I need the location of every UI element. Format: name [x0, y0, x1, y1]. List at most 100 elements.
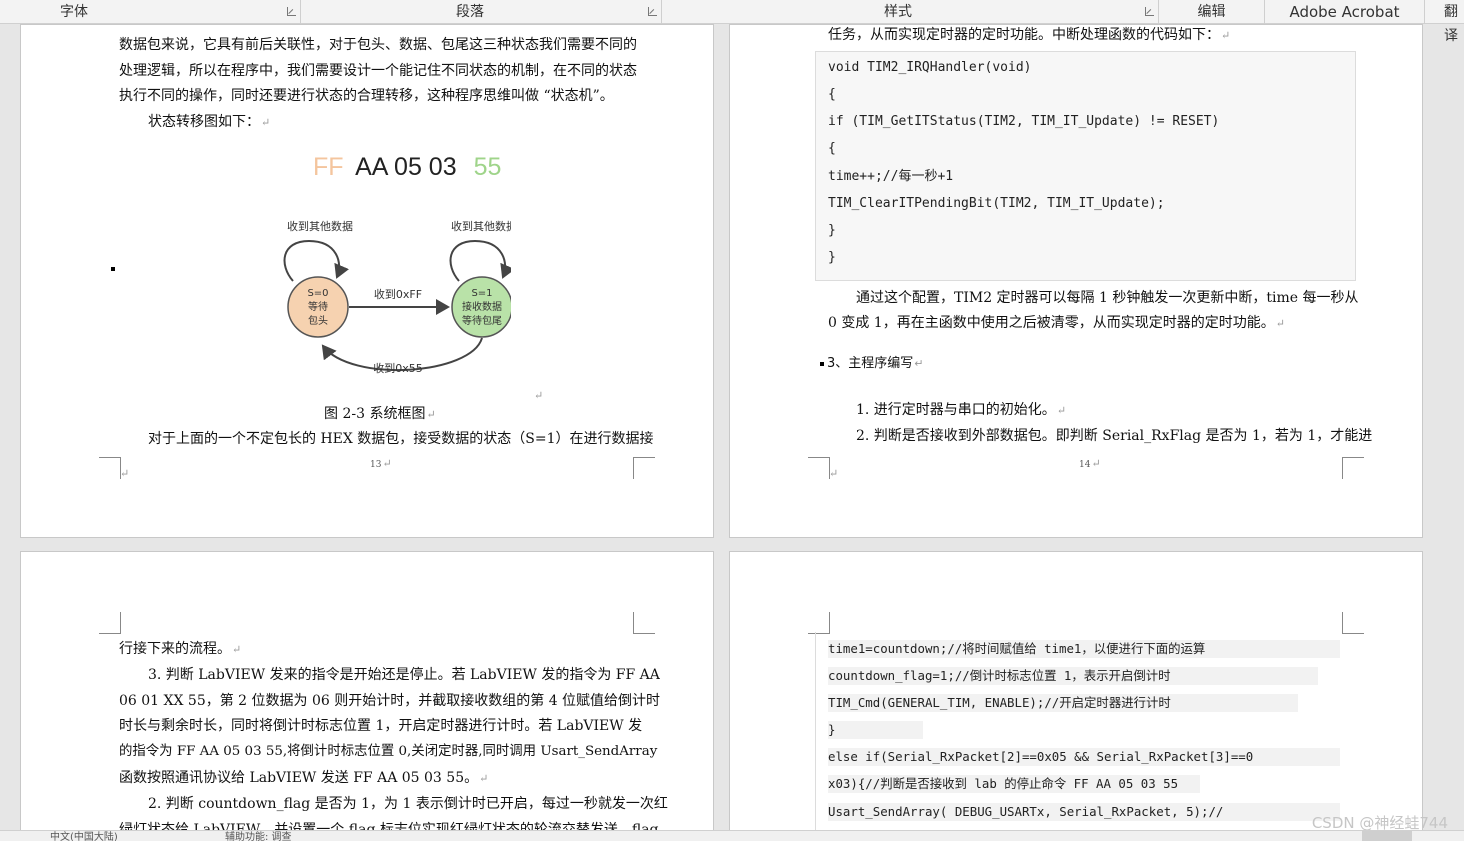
code-line: { — [828, 87, 836, 102]
paragraph-mark-icon: ↵ — [261, 116, 271, 129]
packet-mid: AA 05 03 — [355, 153, 456, 181]
ribbon-group-bar: 字体 段落 样式 编辑 Adobe Acrobat 翻译 — [0, 0, 1464, 44]
body-text: 状态转移图如下： — [148, 114, 260, 130]
list-item: 2. 判断是否接收到外部数据包。即判断 Serial_RxFlag 是否为 1，… — [856, 428, 1373, 444]
page-number: 14↵ — [1079, 457, 1101, 470]
packet-header: FF AA 05 03 55 — [313, 153, 501, 181]
list-item: 1. 进行定时器与串口的初始化。↵ — [856, 400, 1066, 421]
packet-end: 55 — [474, 153, 502, 181]
code-line: time++;//每一秒+1 — [828, 169, 954, 184]
document-page-16[interactable]: time1=countdown;//将时间赋值给 time1，以便进行下面的运算… — [729, 551, 1423, 841]
dialog-launcher-icon[interactable] — [648, 7, 657, 16]
ribbon-group-font[interactable]: 字体 — [0, 0, 301, 24]
document-page-15[interactable]: 行接下来的流程。↵ 3. 判断 LabVIEW 发来的指令是开始还是停止。若 L… — [20, 551, 714, 841]
crop-mark — [808, 612, 830, 634]
body-text-line: 行接下来的流程。↵ — [119, 639, 241, 660]
state-transition-diagram: FF AA 05 03 55 收到其他数据 收到其他数据 S=0 等待 包头 S… — [283, 153, 511, 375]
ribbon-group-editing-label: 编辑 — [1197, 4, 1226, 20]
print-layout-view-button[interactable] — [1362, 831, 1412, 841]
dialog-launcher-icon[interactable] — [1145, 7, 1154, 16]
ribbon-group-paragraph-label: 段落 — [456, 4, 484, 20]
body-text-line: 任务，从而实现定时器的定时功能。中断处理函数的代码如下：↵ — [828, 25, 1230, 46]
loop-label-left: 收到其他数据 — [287, 219, 353, 233]
paragraph-mark-icon: ↵ — [479, 772, 489, 785]
status-language[interactable]: 中文(中国大陆) — [50, 831, 118, 841]
ribbon-group-translate-label: 翻译 — [1444, 4, 1458, 44]
figure-caption-text: 图 2-3 系统框图 — [324, 406, 426, 422]
status-bar: 中文(中国大陆) 辅助功能: 调查 — [0, 830, 1464, 841]
code-line: } — [828, 223, 836, 238]
body-text: 0 变成 1，再在主函数中使用之后被清零，从而实现定时器的定时功能。 — [828, 315, 1275, 331]
code-line: TIM_Cmd(GENERAL_TIM, ENABLE);//开启定时器进行计时 — [828, 695, 1171, 710]
code-line: } — [828, 722, 836, 737]
body-text-line: 数据包来说，它具有前后关联性，对于包头、数据、包尾这三种状态我们需要不同的 — [119, 37, 637, 53]
document-page-13[interactable]: 数据包来说，它具有前后关联性，对于包头、数据、包尾这三种状态我们需要不同的 处理… — [20, 24, 714, 538]
crop-mark — [1342, 457, 1364, 479]
code-line: if (TIM_GetITStatus(TIM2, TIM_IT_Update)… — [828, 114, 1220, 129]
ribbon-group-styles-label: 样式 — [884, 4, 912, 20]
document-page-14[interactable]: 任务，从而实现定时器的定时功能。中断处理函数的代码如下：↵ void TIM2_… — [729, 24, 1423, 538]
state-s1-line: S=1 — [471, 288, 492, 299]
body-text-line: 0 变成 1，再在主函数中使用之后被清零，从而实现定时器的定时功能。↵ — [828, 313, 1285, 334]
code-line: TIM_ClearITPendingBit(TIM2, TIM_IT_Updat… — [828, 196, 1165, 211]
ribbon-group-acrobat-label: Adobe Acrobat — [1289, 3, 1400, 21]
anchor-marker-icon — [111, 267, 115, 271]
paragraph-mark-icon: ↵ — [534, 389, 544, 402]
body-text: 行接下来的流程。 — [119, 641, 231, 657]
ribbon-group-editing[interactable]: 编辑 — [1159, 0, 1265, 24]
page-number: 13↵ — [370, 457, 392, 470]
ribbon-group-styles[interactable]: 样式 — [662, 0, 1159, 24]
body-text-line: 时长与剩余时长，同时将倒计时标志位置 1，开启定时器进行计时。若 LabVIEW… — [119, 718, 643, 734]
list-item-text: 1. 进行定时器与串口的初始化。 — [856, 402, 1056, 418]
ribbon-group-translate[interactable]: 翻译 — [1425, 0, 1464, 44]
edge-label-top: 收到0xFF — [374, 287, 422, 301]
loop-label-right: 收到其他数据 — [451, 219, 511, 233]
body-text-line: 处理逻辑，所以在程序中，我们需要设计一个能记住不同状态的机制，在不同的状态 — [119, 63, 637, 79]
self-loop-edge-s0 — [283, 239, 350, 282]
paragraph-mark-icon: ↵ — [120, 467, 130, 480]
section-heading: 3、主程序编写↵ — [820, 354, 924, 374]
paragraph-mark-icon: ↵ — [1275, 317, 1285, 330]
crop-mark — [99, 457, 121, 479]
code-line: time1=countdown;//将时间赋值给 time1，以便进行下面的运算 — [828, 641, 1206, 656]
code-line: x03){//判断是否接收到 lab 的停止命令 FF AA 05 03 55 — [828, 776, 1179, 791]
code-block[interactable] — [815, 51, 1356, 281]
state-s0-line: S=0 — [307, 288, 328, 299]
ribbon-group-paragraph[interactable]: 段落 — [301, 0, 662, 24]
status-accessibility[interactable]: 辅助功能: 调查 — [225, 831, 292, 841]
crop-mark — [1342, 612, 1364, 634]
paragraph-mark-icon: ↵ — [829, 467, 839, 480]
body-text-line: 对于上面的一个不定包长的 HEX 数据包，接受数据的状态（S=1）在进行数据接 — [148, 431, 654, 447]
paragraph-mark-icon: ↵ — [426, 408, 436, 421]
body-text: 函数按照通讯协议给 LabVIEW 发送 FF AA 05 03 55。 — [119, 770, 479, 786]
state-s1-line: 接收数据 — [462, 300, 502, 313]
code-block-border — [815, 632, 816, 840]
state-s0-line: 包头 — [308, 314, 328, 327]
crop-mark — [99, 612, 121, 634]
ribbon-group-acrobat[interactable]: Adobe Acrobat — [1265, 0, 1425, 24]
paragraph-mark-icon: ↵ — [914, 357, 924, 370]
body-text-line: 3. 判断 LabVIEW 发来的指令是开始还是停止。若 LabVIEW 发的指… — [148, 667, 660, 683]
body-text-line: 函数按照通讯协议给 LabVIEW 发送 FF AA 05 03 55。↵ — [119, 768, 488, 789]
crop-mark — [808, 457, 830, 479]
packet-ff: FF — [313, 153, 344, 181]
body-text-line: 状态转移图如下：↵ — [148, 112, 270, 133]
body-text-line: 执行不同的操作，同时还要进行状态的合理转移，这种程序思维叫做 “状态机”。 — [119, 88, 614, 104]
code-line: else if(Serial_RxPacket[2]==0x05 && Seri… — [828, 749, 1254, 764]
code-line: { — [828, 141, 836, 156]
paragraph-mark-icon: ↵ — [232, 643, 242, 656]
state-s1-line: 等待包尾 — [462, 314, 502, 327]
code-line: } — [828, 250, 836, 265]
section-heading-text: 3、主程序编写 — [827, 356, 914, 371]
code-line: void TIM2_IRQHandler(void) — [828, 60, 1032, 75]
edge-label-bottom: 收到0x55 — [373, 361, 423, 375]
code-line-shading — [828, 721, 923, 739]
body-text-line: 的指令为 FF AA 05 03 55,将倒计时标志位置 0,关闭定时器,同时调… — [119, 744, 658, 759]
dialog-launcher-icon[interactable] — [287, 7, 296, 16]
figure-caption: 图 2-3 系统框图↵ — [324, 404, 436, 425]
paragraph-mark-icon: ↵ — [1056, 404, 1067, 417]
body-text-line: 通过这个配置，TIM2 定时器可以每隔 1 秒钟触发一次更新中断，time 每一… — [856, 290, 1359, 306]
crop-mark — [633, 612, 655, 634]
heading-bullet-icon — [820, 361, 824, 366]
body-text-line: 06 01 XX 55，第 2 位数据为 06 则开始计时，并截取接收数组的第 … — [119, 693, 661, 709]
